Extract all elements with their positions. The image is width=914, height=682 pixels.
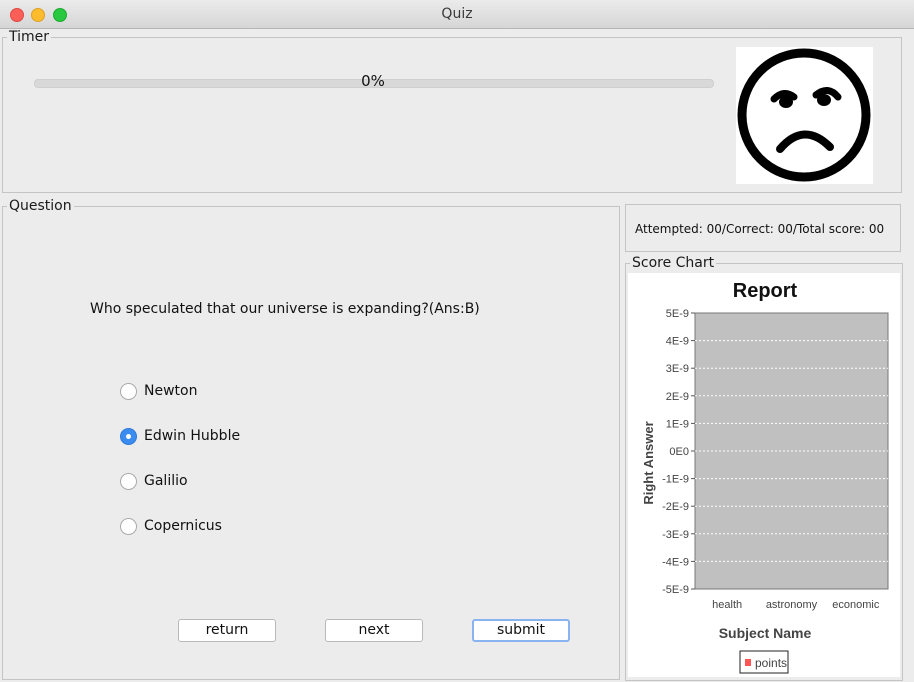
score-summary-text: Attempted: 00/Correct: 00/Total score: 0…: [635, 222, 885, 236]
quiz-window: Quiz Timer 0% Question Who speculated th…: [0, 0, 914, 682]
y-tick-label: 1E-9: [666, 418, 689, 430]
x-axis-label: Subject Name: [719, 625, 812, 641]
y-tick-label: 4E-9: [666, 336, 689, 348]
y-axis-label: Right Answer: [641, 421, 656, 504]
legend-swatch-points: [745, 659, 751, 666]
y-tick-label: -4E-9: [662, 556, 689, 568]
y-tick-label: 3E-9: [666, 363, 689, 375]
y-tick-label: -3E-9: [662, 529, 689, 541]
y-tick-label: 2E-9: [666, 391, 689, 403]
radio-edwin-hubble[interactable]: [120, 428, 137, 445]
window-title: Quiz: [441, 6, 473, 22]
next-button[interactable]: next: [325, 619, 423, 642]
y-tick-label: -1E-9: [662, 474, 689, 486]
question-text: Who speculated that our universe is expa…: [90, 301, 480, 317]
question-legend: Question: [9, 198, 72, 214]
question-panel: Question: [2, 198, 620, 680]
chart-title: Report: [733, 280, 798, 302]
x-tick-label: astronomy: [766, 599, 818, 611]
y-tick-label: -5E-9: [662, 584, 689, 596]
y-tick-label: 5E-9: [666, 308, 689, 320]
option-label: Galilio: [144, 473, 188, 489]
return-button[interactable]: return: [178, 619, 276, 642]
radio-copernicus[interactable]: [120, 518, 137, 535]
timer-progress-text: 0%: [361, 72, 385, 90]
x-tick-label: health: [712, 599, 742, 611]
submit-button[interactable]: submit: [472, 619, 570, 642]
y-tick-label: 0E0: [669, 446, 689, 458]
x-tick-label: economic: [832, 599, 880, 611]
y-tick-label: -2E-9: [662, 501, 689, 513]
radio-galilio[interactable]: [120, 473, 137, 490]
score-chart: Report 5E-9 4E-9 3E-9 2E-9 1E-9 0E0 -1E-9 -2E-9 -…: [628, 273, 900, 677]
score-chart-legend: Score Chart: [632, 255, 715, 271]
option-label: Copernicus: [144, 518, 222, 534]
title-bar: Quiz: [0, 0, 914, 29]
sad-face-icon: [736, 47, 873, 184]
option-label: Edwin Hubble: [144, 428, 241, 444]
option-label: Newton: [144, 383, 198, 399]
radio-newton[interactable]: [120, 383, 137, 400]
score-summary-box: Attempted: 00/Correct: 00/Total score: 0…: [625, 204, 901, 252]
legend-label-points: points: [755, 656, 787, 670]
timer-legend: Timer: [9, 29, 50, 45]
score-chart-svg: Report 5E-9 4E-9 3E-9 2E-9 1E-9 0E0 -1E-9 -2E-9 -…: [641, 280, 889, 674]
